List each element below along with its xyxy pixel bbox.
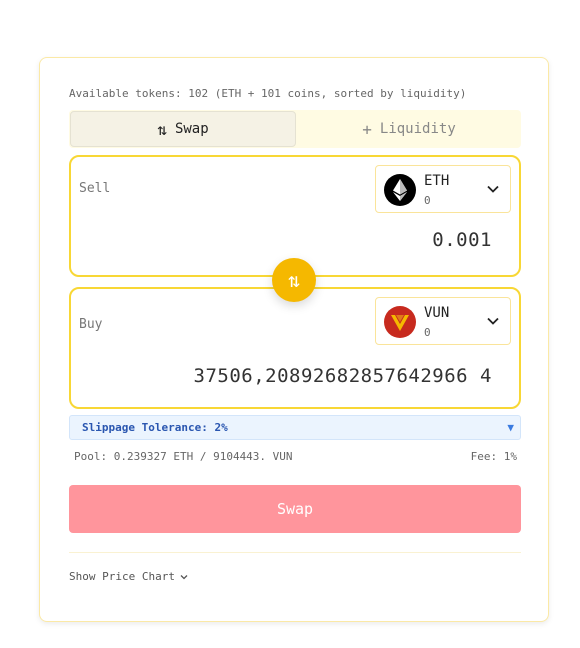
tab-swap-label: Swap xyxy=(174,121,209,137)
slippage-select[interactable]: Slippage Tolerance: 2% ▼ xyxy=(69,415,521,440)
ethereum-logo-icon xyxy=(384,174,416,206)
buy-token-symbol: VUN xyxy=(424,305,450,321)
sell-token-symbol: ETH xyxy=(424,173,450,189)
mode-tabs: ⇅ Swap + Liquidity xyxy=(69,110,521,148)
sell-label: Sell xyxy=(79,181,111,196)
tab-liquidity[interactable]: + Liquidity xyxy=(297,110,521,148)
swap-card: Available tokens: 102 (ETH + 101 coins, … xyxy=(39,57,549,622)
chevron-down-icon xyxy=(180,574,188,579)
swap-arrows-icon: ⇅ xyxy=(157,119,167,139)
buy-label: Buy xyxy=(79,317,103,332)
flip-direction-button[interactable]: ⇅ xyxy=(272,258,316,302)
vun-logo-icon xyxy=(384,306,416,338)
tab-liquidity-label: Liquidity xyxy=(379,121,456,137)
sell-token-balance: 0 xyxy=(424,194,431,207)
fee-info: Fee: 1% xyxy=(470,450,517,463)
show-price-chart-label: Show Price Chart xyxy=(69,570,175,583)
plus-icon: + xyxy=(362,119,372,139)
pool-info: Pool: 0.239327 ETH / 9104443. VUN xyxy=(74,450,293,463)
buy-amount-output[interactable]: 37506,20892682857642966 4 xyxy=(194,365,492,387)
chevron-down-icon xyxy=(487,185,499,193)
swap-arrows-icon: ⇅ xyxy=(287,268,301,292)
pool-info-row: Pool: 0.239327 ETH / 9104443. VUN Fee: 1… xyxy=(74,450,517,463)
buy-token-balance: 0 xyxy=(424,326,431,339)
sell-token-selector[interactable]: ETH 0 xyxy=(375,165,511,213)
show-price-chart-toggle[interactable]: Show Price Chart xyxy=(69,570,189,583)
buy-panel: Buy VUN 0 37506,20892682857642966 4 xyxy=(69,287,521,409)
tab-swap[interactable]: ⇅ Swap xyxy=(70,111,296,147)
divider xyxy=(69,552,521,553)
available-tokens-text: Available tokens: 102 (ETH + 101 coins, … xyxy=(69,87,467,100)
sell-amount-input[interactable]: 0.001 xyxy=(432,229,492,251)
swap-button[interactable]: Swap xyxy=(69,485,521,533)
chevron-down-icon xyxy=(487,317,499,325)
triangle-down-icon: ▼ xyxy=(507,421,514,434)
slippage-label: Slippage Tolerance: 2% xyxy=(82,421,228,434)
buy-token-selector[interactable]: VUN 0 xyxy=(375,297,511,345)
